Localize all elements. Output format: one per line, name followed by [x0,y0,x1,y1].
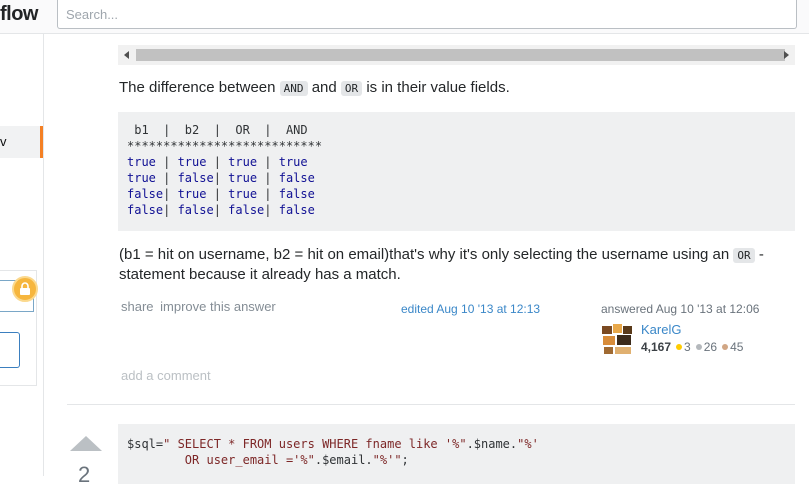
code-token: .$email. [314,453,373,467]
table-row: true | false| true | false [127,171,315,185]
answered-timestamp: answered Aug 10 '13 at 12:06 [601,302,760,316]
intro-text-end: is in their value fields. [362,79,510,96]
code-token: $sql= [127,437,164,451]
explain-text: (b1 = hit on username, b2 = hit on email… [119,246,734,263]
reputation-score: 4,167 [641,340,672,354]
left-sidebar [0,34,44,476]
vote-up-icon[interactable] [70,436,102,451]
code-token: "%' [517,437,539,451]
inline-code-or: OR [340,81,363,96]
table-row: false| false| false| false [127,203,315,217]
user-name-link[interactable]: KarelG [641,322,681,337]
share-link[interactable]: share [121,299,154,314]
table-row: false| true | true | false [127,187,315,201]
answer-paragraph-explain: (b1 = hit on username, b2 = hit on email… [119,245,795,284]
edited-timestamp-link[interactable]: edited Aug 10 '13 at 12:13 [401,302,540,316]
post-menu: share improve this answer [121,299,276,314]
sidebar-item-label: v [0,134,7,149]
user-reputation: 4,167 3 26 45 [641,340,743,354]
side-widget-button[interactable] [0,332,20,368]
code-token: "%'" [372,453,402,467]
bronze-badge-count: 45 [730,340,744,354]
bronze-badge-icon [722,344,729,351]
lock-icon [12,276,38,302]
table-header: b1 | b2 | OR | AND [127,123,308,137]
intro-text-mid: and [307,79,341,96]
scroll-right-icon[interactable] [784,51,789,59]
table-row: true | true | true | true [127,155,308,169]
scroll-left-icon[interactable] [124,51,129,59]
answer-divider [67,404,795,405]
scrollbar-thumb[interactable] [136,49,785,61]
code-token: ; [401,453,409,467]
code-token: OR user_email ='%" [127,453,315,467]
code-token: " SELECT * FROM users WHERE fname like '… [163,437,467,451]
site-logo[interactable]: flow [0,3,39,26]
sidebar-item-active[interactable]: v [0,126,43,158]
vote-count: 2 [78,462,91,487]
silver-badge-icon [695,344,702,351]
gold-badge-icon [676,344,683,351]
gold-badge-count: 3 [684,340,691,354]
intro-text: The difference between [119,79,280,96]
truth-table-code-block: b1 | b2 | OR | AND *********************… [118,112,795,231]
improve-answer-link[interactable]: improve this answer [160,299,276,314]
silver-badge-count: 26 [703,340,718,354]
avatar[interactable] [601,323,633,355]
top-bar: flow [0,0,809,34]
table-rule: *************************** [127,139,323,153]
search-input[interactable] [57,0,797,29]
code-token: .$name. [466,437,518,451]
answer-paragraph-intro: The difference between AND and OR is in … [119,78,510,98]
inline-code-or: OR [733,248,755,263]
inline-code-and: AND [279,81,308,96]
code-horizontal-scrollbar[interactable] [118,45,795,65]
add-comment-link[interactable]: add a comment [121,368,211,383]
sql-code-block: $sql=" SELECT * FROM users WHERE fname l… [118,424,795,484]
